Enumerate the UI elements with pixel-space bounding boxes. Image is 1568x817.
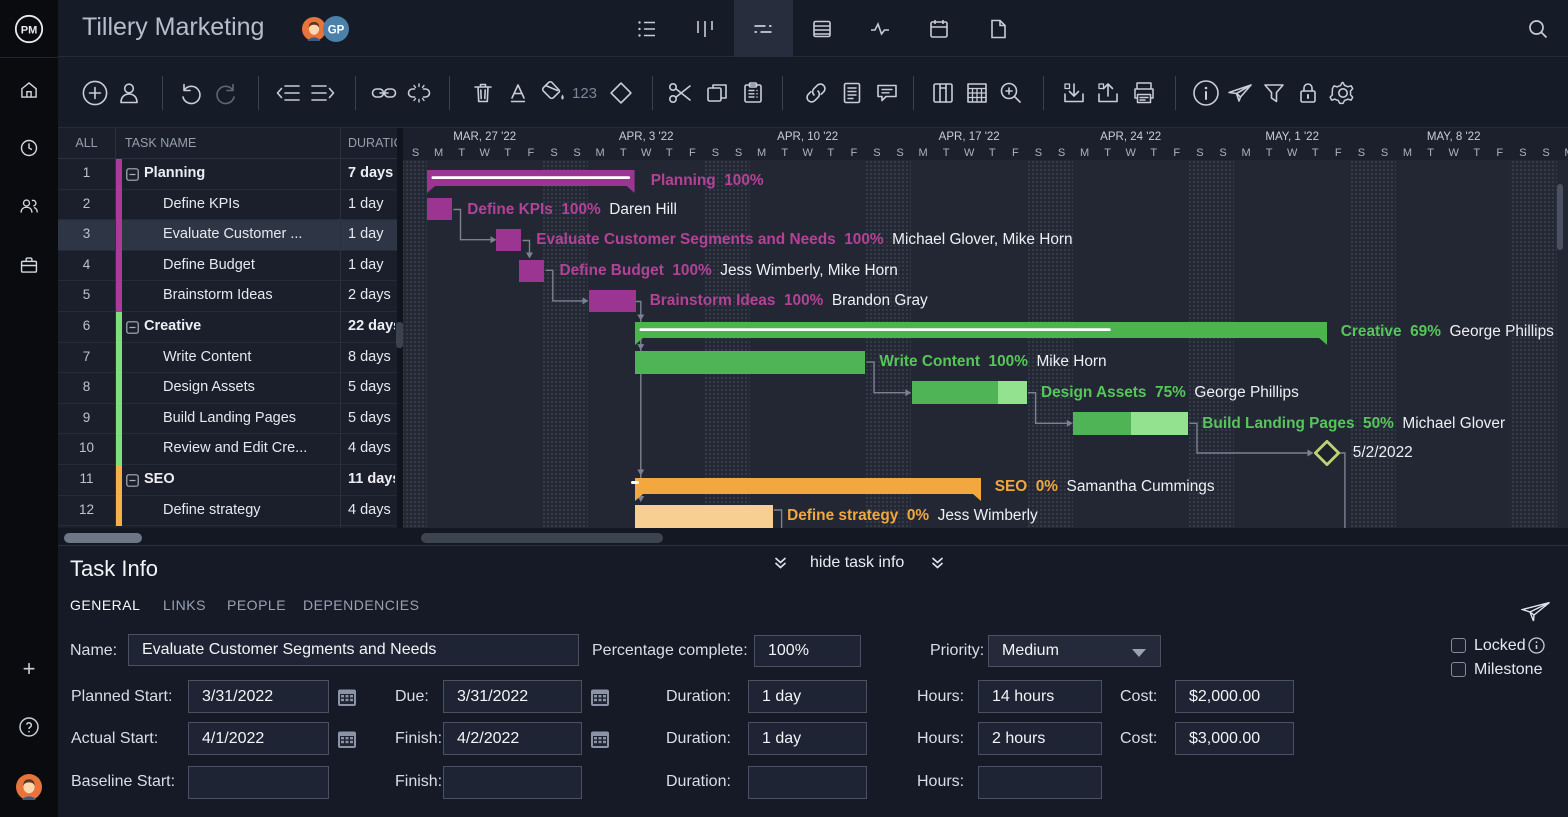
svg-text:PM: PM bbox=[21, 24, 38, 36]
svg-text:GP: GP bbox=[328, 25, 345, 37]
